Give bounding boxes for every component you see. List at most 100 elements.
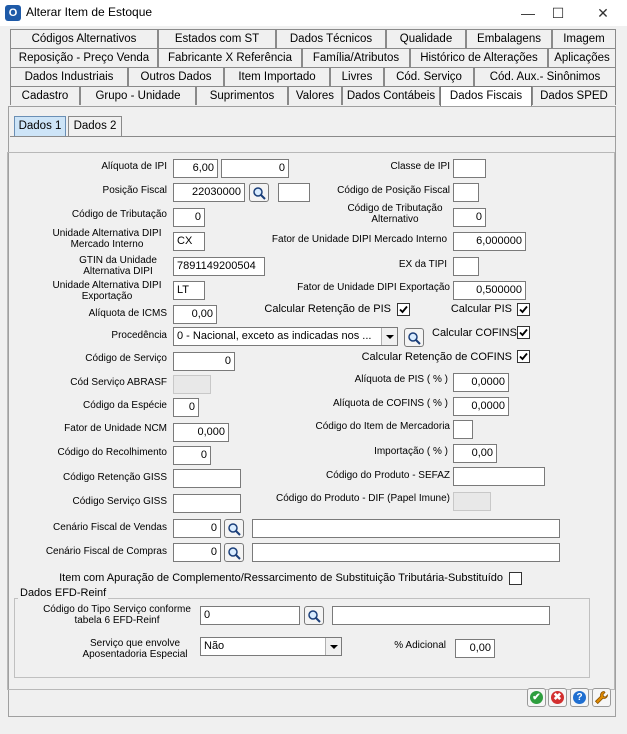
magnifier-icon bbox=[253, 187, 266, 200]
codigo-servico-giss-input[interactable] bbox=[173, 494, 241, 513]
aliquota-ipi-secondary-input[interactable]: 0 bbox=[221, 159, 289, 178]
aliquota-pis-input[interactable]: 0,0000 bbox=[453, 373, 509, 392]
tab-dados-contabeis[interactable]: Dados Contábeis bbox=[342, 86, 440, 105]
tab-suprimentos[interactable]: Suprimentos bbox=[196, 86, 288, 105]
procedencia-label: Procedência bbox=[111, 330, 167, 341]
posicao-fiscal-search-button[interactable] bbox=[249, 183, 269, 202]
calc-pis-label: Calcular PIS bbox=[450, 303, 512, 315]
tab-item-importado[interactable]: Item Importado bbox=[224, 67, 330, 86]
codigo-posicao-fiscal-input[interactable] bbox=[453, 183, 479, 202]
procedencia-value: 0 - Nacional, exceto as indicadas nos ..… bbox=[177, 330, 372, 342]
codigo-recolhimento-input[interactable]: 0 bbox=[173, 446, 211, 465]
chevron-down-icon bbox=[325, 638, 341, 655]
maximize-button[interactable]: ☐ bbox=[538, 0, 578, 26]
tab-valores[interactable]: Valores bbox=[288, 86, 342, 105]
aliquota-ipi-input[interactable]: 6,00 bbox=[173, 159, 218, 178]
codigo-servico-input[interactable]: 0 bbox=[173, 352, 235, 371]
tab-codigos-alternativos[interactable]: Códigos Alternativos bbox=[10, 29, 158, 48]
calc-retencao-cofins-label: Calcular Retenção de COFINS bbox=[361, 351, 512, 363]
tab-dados-tecnicos[interactable]: Dados Técnicos bbox=[276, 29, 386, 48]
cenario-compras-search-button[interactable] bbox=[224, 543, 244, 562]
cenario-compras-description bbox=[252, 543, 560, 562]
tab-dados-fiscais[interactable]: Dados Fiscais bbox=[440, 86, 532, 106]
calc-cofins-checkbox[interactable] bbox=[517, 326, 530, 339]
posicao-fiscal-input[interactable]: 22030000 bbox=[173, 183, 245, 202]
unidade-alt-dipi-mi-input[interactable]: CX bbox=[173, 232, 205, 251]
tab-cod-aux-sinonimos[interactable]: Cód. Aux.- Sinônimos bbox=[474, 67, 616, 86]
tab-embalagens[interactable]: Embalagens bbox=[466, 29, 552, 48]
procedencia-search-button[interactable] bbox=[404, 328, 424, 347]
codigo-item-mercadoria-input[interactable] bbox=[453, 420, 473, 439]
cenario-compras-input[interactable]: 0 bbox=[173, 543, 221, 562]
item-apuracao-label: Item com Apuração de Complemento/Ressarc… bbox=[59, 572, 503, 584]
aliquota-cofins-label: Alíquota de COFINS ( % ) bbox=[332, 398, 448, 409]
servico-aposentadoria-select[interactable]: Não bbox=[200, 637, 342, 656]
calc-retencao-pis-checkbox[interactable] bbox=[397, 303, 410, 316]
codigo-tipo-servico-search-button[interactable] bbox=[304, 606, 324, 625]
fator-unidade-ncm-input[interactable]: 0,000 bbox=[173, 423, 229, 442]
tab-reposicao-preco-venda[interactable]: Reposição - Preço Venda bbox=[10, 48, 158, 67]
tab-dados-sped[interactable]: Dados SPED bbox=[532, 86, 616, 105]
tab-cod-servico[interactable]: Cód. Serviço bbox=[384, 67, 474, 86]
codigo-retencao-giss-input[interactable] bbox=[173, 469, 241, 488]
tab-fabricante-referencia[interactable]: Fabricante X Referência bbox=[158, 48, 302, 67]
tab-estados-st[interactable]: Estados com ST bbox=[158, 29, 276, 48]
fator-unidade-dipi-mi-label: Fator de Unidade DIPI Mercado Interno bbox=[271, 234, 447, 245]
fator-unidade-dipi-exp-input[interactable]: 0,500000 bbox=[453, 281, 526, 300]
posicao-fiscal-label: Posição Fiscal bbox=[102, 185, 167, 196]
codigo-especie-input[interactable]: 0 bbox=[173, 398, 199, 417]
codigo-especie-label: Código da Espécie bbox=[83, 400, 167, 411]
help-button[interactable]: ? bbox=[570, 688, 589, 707]
codigo-produto-sefaz-input[interactable] bbox=[453, 467, 545, 486]
cenario-vendas-input[interactable]: 0 bbox=[173, 519, 221, 538]
codigo-tributacao-input[interactable]: 0 bbox=[173, 208, 205, 227]
importacao-input[interactable]: 0,00 bbox=[453, 444, 497, 463]
tab-qualidade[interactable]: Qualidade bbox=[386, 29, 466, 48]
procedencia-select[interactable]: 0 - Nacional, exceto as indicadas nos ..… bbox=[173, 327, 398, 346]
calc-pis-checkbox[interactable] bbox=[517, 303, 530, 316]
tab-cadastro[interactable]: Cadastro bbox=[10, 86, 80, 105]
app-icon: O bbox=[5, 5, 21, 21]
posicao-fiscal-extra-input[interactable] bbox=[278, 183, 310, 202]
subtab-divider bbox=[10, 136, 616, 137]
magnifier-icon bbox=[228, 523, 241, 536]
tab-dados-industriais[interactable]: Dados Industriais bbox=[10, 67, 128, 86]
tab-imagem[interactable]: Imagem bbox=[552, 29, 616, 48]
calc-retencao-cofins-checkbox[interactable] bbox=[517, 350, 530, 363]
codigo-servico-label: Código de Serviço bbox=[85, 353, 167, 364]
tab-familia-atributos[interactable]: Família/Atributos bbox=[302, 48, 410, 67]
codigo-produto-dif-input[interactable] bbox=[453, 492, 491, 511]
item-apuracao-checkbox[interactable] bbox=[509, 572, 522, 585]
aliquota-cofins-input[interactable]: 0,0000 bbox=[453, 397, 509, 416]
ex-tipi-input[interactable] bbox=[453, 257, 479, 276]
classe-ipi-input[interactable] bbox=[453, 159, 486, 178]
unidade-alt-dipi-exp-input[interactable]: LT bbox=[173, 281, 205, 300]
unidade-alt-dipi-mi-label: Unidade Alternativa DIPI Mercado Interno bbox=[52, 228, 162, 250]
tab-outros-dados[interactable]: Outros Dados bbox=[128, 67, 224, 86]
tab-grupo-unidade[interactable]: Grupo - Unidade bbox=[80, 86, 196, 105]
tab-aplicacoes[interactable]: Aplicações bbox=[548, 48, 616, 67]
tab-historico-alteracoes[interactable]: Histórico de Alterações bbox=[410, 48, 548, 67]
cancel-button[interactable]: ✖ bbox=[548, 688, 567, 707]
tab-row-4: Cadastro Grupo - Unidade Suprimentos Val… bbox=[10, 86, 616, 106]
aliquota-ipi-label: Alíquota de IPI bbox=[101, 161, 167, 172]
cenario-vendas-search-button[interactable] bbox=[224, 519, 244, 538]
tab-row-3: Dados Industriais Outros Dados Item Impo… bbox=[10, 67, 616, 86]
fator-unidade-dipi-mi-input[interactable]: 6,000000 bbox=[453, 232, 526, 251]
cenario-compras-label: Cenário Fiscal de Compras bbox=[45, 546, 167, 557]
aliquota-icms-input[interactable]: 0,00 bbox=[173, 305, 217, 324]
subtab-dados-2[interactable]: Dados 2 bbox=[68, 116, 122, 136]
confirm-button[interactable]: ✔ bbox=[527, 688, 546, 707]
codigo-produto-sefaz-label: Código do Produto - SEFAZ bbox=[326, 470, 450, 481]
gtin-input[interactable]: 7891149200504 bbox=[173, 257, 265, 276]
codigo-tipo-servico-input[interactable]: 0 bbox=[200, 606, 300, 625]
codigo-servico-giss-label: Código Serviço GISS bbox=[72, 496, 168, 507]
close-button[interactable]: ✕ bbox=[583, 0, 623, 26]
tab-livres[interactable]: Livres bbox=[330, 67, 384, 86]
tools-button[interactable] bbox=[592, 688, 611, 707]
magnifier-icon bbox=[308, 610, 321, 623]
cod-servico-abrasf-input[interactable] bbox=[173, 375, 211, 394]
subtab-dados-1[interactable]: Dados 1 bbox=[14, 116, 66, 136]
codigo-tributacao-alt-input[interactable]: 0 bbox=[453, 208, 486, 227]
adicional-input[interactable]: 0,00 bbox=[455, 639, 495, 658]
